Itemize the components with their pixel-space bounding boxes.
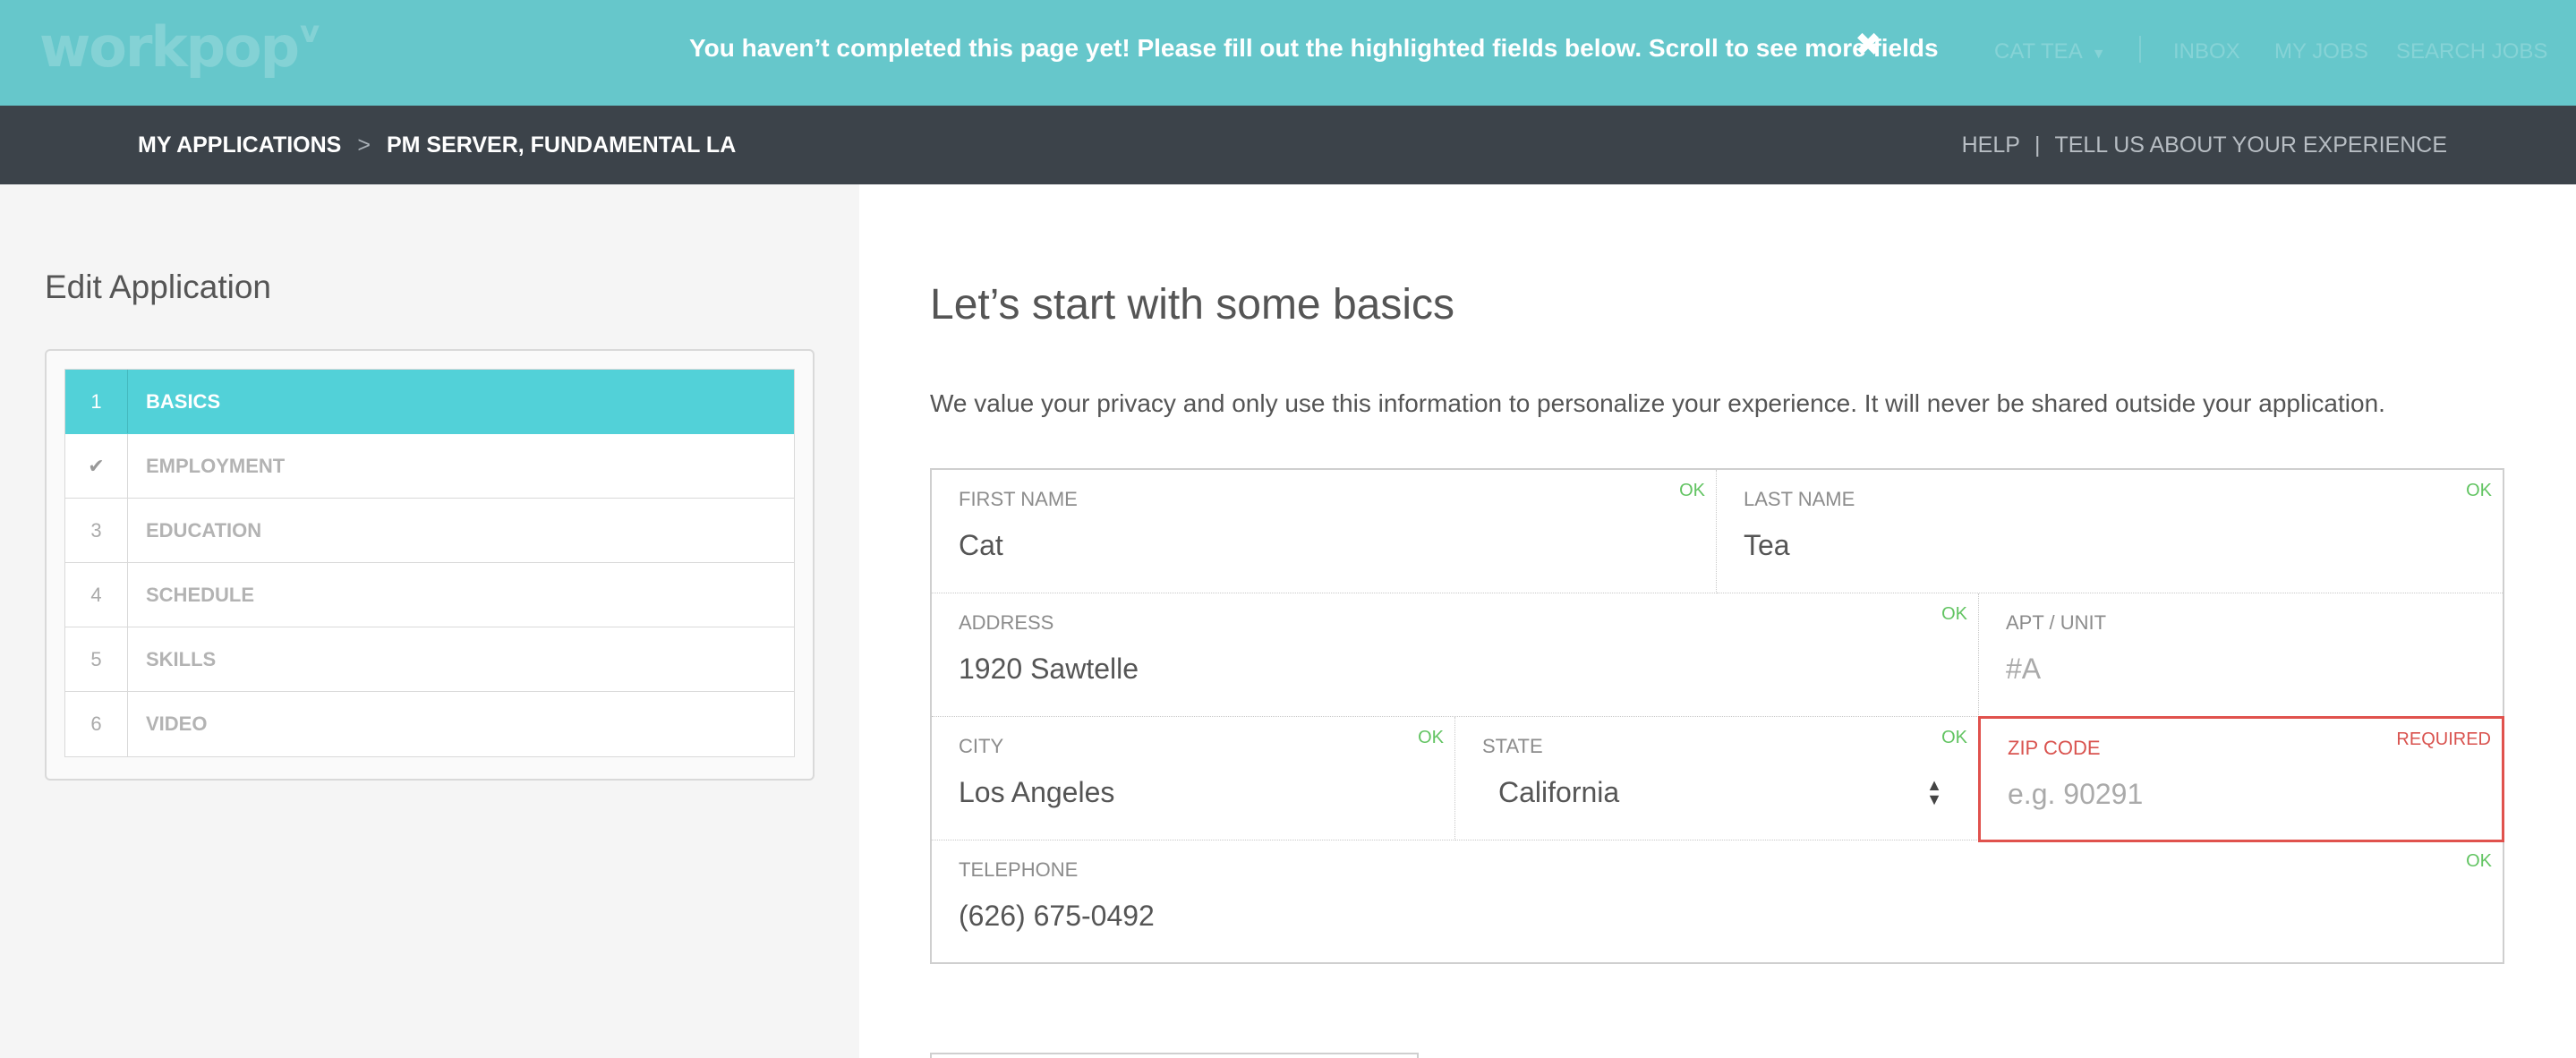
apt-unit-field[interactable]: APT / UNIT #A: [1979, 593, 2503, 717]
step-label: EDUCATION: [146, 518, 262, 542]
breadcrumb-current: PM SERVER, FUNDAMENTAL LA: [386, 132, 737, 158]
next-section-edge: [930, 1053, 1419, 1058]
user-menu[interactable]: CAT TEA ▼: [1994, 39, 2106, 64]
field-label: CITY: [959, 735, 1004, 757]
state-select[interactable]: STATE California OK ▲ ▼: [1455, 717, 1979, 840]
field-label: STATE: [1482, 735, 1543, 757]
status-badge: OK: [2466, 851, 2492, 871]
step-basics[interactable]: 1 BASICS: [65, 370, 794, 434]
telephone-field[interactable]: TELEPHONE (626) 675-0492 OK: [932, 840, 2503, 962]
status-badge: OK: [1941, 728, 1967, 747]
required-badge: REQUIRED: [2396, 730, 2491, 749]
privacy-note: We value your privacy and only use this …: [930, 389, 2385, 417]
field-label: TELEPHONE: [959, 858, 1079, 881]
last-name-value[interactable]: Tea: [1744, 529, 2503, 562]
address-field[interactable]: ADDRESS 1920 Sawtelle OK: [932, 593, 1979, 717]
workpop-logo[interactable]: workpopv: [39, 14, 320, 80]
first-name-field[interactable]: FIRST NAME Cat OK: [932, 470, 1717, 593]
breadcrumb: MY APPLICATIONS > PM SERVER, FUNDAMENTAL L…: [138, 132, 736, 158]
apt-unit-placeholder[interactable]: #A: [2006, 653, 2503, 686]
nav-my-jobs[interactable]: MY JOBS: [2274, 39, 2368, 64]
telephone-value[interactable]: (626) 675-0492: [959, 900, 2503, 933]
help-link[interactable]: HELP: [1962, 132, 2020, 158]
step-label: EMPLOYMENT: [146, 454, 286, 477]
step-skills[interactable]: 5 SKILLS: [65, 627, 794, 692]
feedback-link[interactable]: TELL US ABOUT YOUR EXPERIENCE: [2054, 132, 2447, 158]
step-number: 3: [65, 499, 128, 562]
sidebar: Edit Application 1 BASICS ✔ EMPLOYMENT 3…: [0, 184, 859, 1058]
step-label: VIDEO: [146, 712, 208, 735]
sidebar-title: Edit Application: [45, 269, 272, 305]
step-label: SKILLS: [146, 647, 217, 670]
step-employment[interactable]: ✔ EMPLOYMENT: [65, 434, 794, 499]
nav-inbox[interactable]: INBOX: [2173, 39, 2240, 64]
state-value[interactable]: California: [1498, 776, 1978, 809]
status-badge: OK: [2466, 481, 2492, 500]
check-icon: ✔: [65, 434, 128, 498]
status-badge: OK: [1418, 728, 1444, 747]
step-number: 6: [65, 692, 128, 756]
step-number: 4: [65, 563, 128, 627]
notification-banner: workpopv You haven’t completed this page…: [0, 0, 2576, 106]
step-number: 5: [65, 627, 128, 691]
step-education[interactable]: 3 EDUCATION: [65, 499, 794, 563]
nav-divider: [2139, 36, 2141, 63]
step-label: BASICS: [146, 389, 221, 413]
first-name-value[interactable]: Cat: [959, 529, 1716, 562]
breadcrumb-my-applications[interactable]: MY APPLICATIONS: [138, 132, 341, 158]
step-schedule[interactable]: 4 SCHEDULE: [65, 563, 794, 627]
subnav-links: HELP | TELL US ABOUT YOUR EXPERIENCE: [1962, 132, 2447, 158]
basics-form: FIRST NAME Cat OK LAST NAME Tea OK ADDRE…: [930, 468, 2504, 964]
field-label: ADDRESS: [959, 611, 1054, 634]
step-number: 1: [65, 370, 128, 433]
field-label: APT / UNIT: [2006, 611, 2107, 634]
last-name-field[interactable]: LAST NAME Tea OK: [1717, 470, 2503, 593]
select-arrows-icon[interactable]: ▲ ▼: [1926, 777, 1942, 807]
zip-code-field[interactable]: ZIP CODE e.g. 90291 REQUIRED: [1978, 716, 2504, 842]
step-video[interactable]: 6 VIDEO: [65, 692, 794, 756]
status-badge: OK: [1679, 481, 1705, 500]
city-value[interactable]: Los Angeles: [959, 776, 1454, 809]
field-label: FIRST NAME: [959, 488, 1078, 510]
subnav-separator: |: [2034, 132, 2041, 158]
status-badge: OK: [1941, 604, 1967, 624]
breadcrumb-separator: >: [357, 132, 371, 158]
banner-message: You haven’t completed this page yet! Ple…: [689, 34, 1939, 62]
close-icon[interactable]: ✖: [1855, 29, 1881, 61]
step-label: SCHEDULE: [146, 583, 255, 606]
address-value[interactable]: 1920 Sawtelle: [959, 653, 1978, 686]
page-title: Let’s start with some basics: [930, 281, 1455, 328]
steps-list: 1 BASICS ✔ EMPLOYMENT 3 EDUCATION 4 SCHE…: [64, 369, 795, 757]
nav-search-jobs[interactable]: SEARCH JOBS: [2396, 39, 2547, 64]
field-label: LAST NAME: [1744, 488, 1855, 510]
city-field[interactable]: CITY Los Angeles OK: [932, 717, 1455, 840]
sub-header: MY APPLICATIONS > PM SERVER, FUNDAMENTAL L…: [0, 106, 2576, 184]
chevron-down-icon: ▼: [2091, 47, 2106, 62]
steps-container: 1 BASICS ✔ EMPLOYMENT 3 EDUCATION 4 SCHE…: [45, 349, 815, 781]
zip-code-placeholder[interactable]: e.g. 90291: [2008, 778, 2502, 811]
